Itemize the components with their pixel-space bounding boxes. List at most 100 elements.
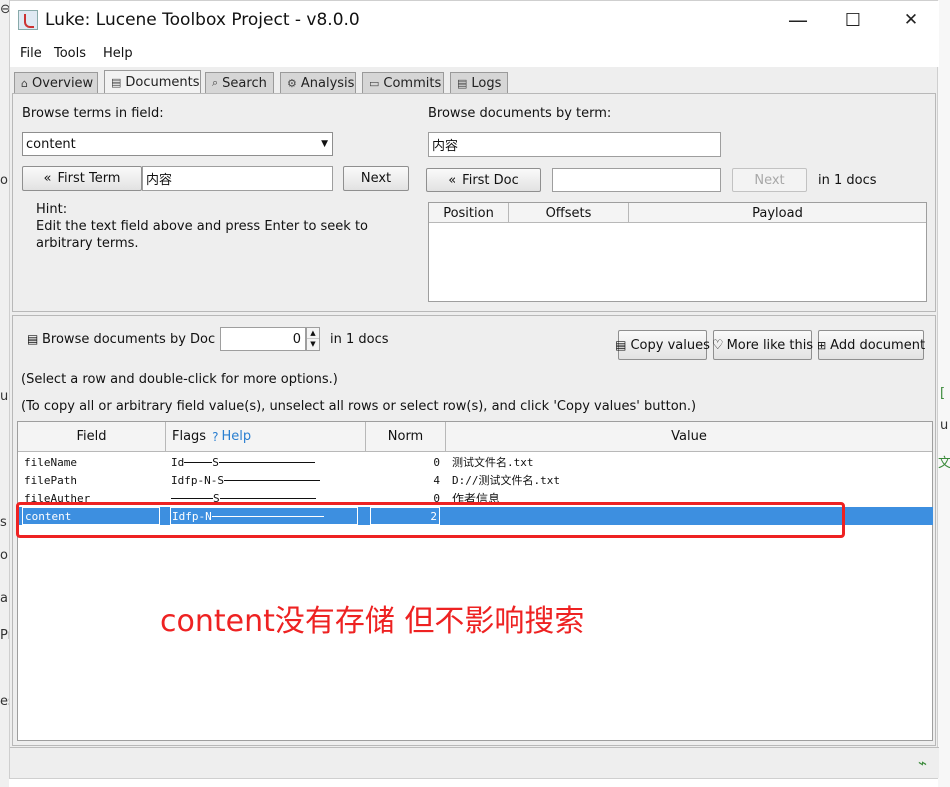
tab-documents[interactable]: ▤ Documents (104, 70, 201, 94)
logs-icon: ▤ (457, 76, 468, 90)
flags-prefix: Id (171, 455, 185, 469)
background-app-right-edge: [ u 文 (938, 0, 950, 787)
column-offsets[interactable]: Offsets (509, 203, 629, 223)
home-icon: ⌂ (21, 76, 28, 90)
document-icon: ▤ (111, 76, 122, 89)
value-cell: 测试文件名.txt (452, 456, 534, 469)
tab-label: Search (222, 75, 267, 91)
doc-term-input[interactable]: 内容 (428, 132, 721, 157)
menu-tools[interactable]: Tools (54, 46, 86, 61)
table-row[interactable]: filePath Idfp-N- S 4 D://测试文件名.txt (18, 471, 933, 489)
hint-line-2: arbitrary terms. (36, 236, 139, 251)
help-icon[interactable]: ? (212, 430, 218, 444)
browse-by-doc-label: Browse documents by Doc # (42, 332, 231, 347)
first-term-label: First Term (57, 171, 121, 186)
term-doc-count: in 1 docs (818, 173, 877, 188)
search-icon: ⌕ (212, 76, 219, 89)
norm-cell: 4 (433, 473, 440, 487)
tab-label: Analysis (300, 75, 355, 91)
menu-bar (10, 39, 939, 67)
field-name-cell: fileName (24, 455, 77, 469)
rewind-icon: « (448, 172, 457, 188)
more-like-this-label: More like this (726, 337, 814, 353)
hint-line-1: Edit the text field above and press Ente… (36, 219, 369, 234)
doc-count: in 1 docs (330, 332, 389, 347)
luke-window: Luke: Lucene Toolbox Project - v8.0.0 — … (9, 0, 939, 779)
annotation-text: content没有存储 但不影响搜索 (160, 604, 585, 639)
doc-number-input[interactable] (552, 168, 721, 192)
background-glyph: [ (940, 386, 946, 401)
column-norm[interactable]: Norm (366, 422, 446, 452)
menu-file[interactable]: File (20, 46, 42, 61)
next-term-button[interactable]: Next (343, 166, 409, 191)
flags-line (219, 497, 316, 499)
positions-table: Position Offsets Payload (428, 202, 927, 302)
instruction-copy-values: (To copy all or arbitrary field value(s)… (21, 399, 697, 414)
next-doc-button[interactable]: Next (732, 168, 807, 192)
status-bar: ⌁ (10, 747, 939, 778)
spinner-arrows[interactable]: ▲ ▼ (306, 327, 320, 351)
copy-values-button[interactable]: ▤ Copy values (615, 330, 710, 360)
maximize-button[interactable]: ☐ (830, 5, 876, 35)
norm-cell: 0 (433, 455, 440, 469)
help-link[interactable]: Help (221, 429, 251, 444)
flags-stored: S (217, 473, 224, 487)
tab-commits[interactable]: ▭ Commits (362, 72, 444, 93)
background-glyph: a (0, 591, 8, 606)
rewind-icon: « (43, 171, 52, 186)
first-doc-label: First Doc (462, 172, 519, 188)
annotation-highlight-box (16, 502, 845, 538)
background-glyph: o (0, 548, 8, 563)
close-button[interactable]: ✕ (888, 5, 934, 35)
field-select[interactable]: content ▼ (22, 132, 333, 156)
tab-logs[interactable]: ▤ Logs (450, 72, 508, 93)
flags-line (184, 461, 213, 463)
resize-grip-icon[interactable]: ⌁ (918, 754, 927, 772)
background-glyph: u (940, 418, 949, 433)
flags-stored: S (212, 455, 219, 469)
window-title: Luke: Lucene Toolbox Project - v8.0.0 (45, 10, 360, 30)
term-input[interactable]: 内容 (142, 166, 333, 191)
fields-table: Field Flags ? Help Norm Value fileName I… (17, 421, 933, 741)
instruction-select-row: (Select a row and double-click for more … (21, 372, 338, 387)
field-name-cell: filePath (24, 473, 77, 487)
first-term-button[interactable]: « First Term (22, 166, 142, 191)
column-value[interactable]: Value (446, 422, 932, 452)
background-glyph: 文 (938, 456, 950, 471)
spinner-down-icon[interactable]: ▼ (307, 339, 319, 350)
flags-line (218, 461, 315, 463)
table-row[interactable]: fileName Id S 0 测试文件名.txt (18, 453, 933, 471)
value-cell: D://测试文件名.txt (452, 474, 560, 487)
commits-icon: ▭ (369, 76, 380, 90)
add-document-button[interactable]: ⊞ Add document (817, 330, 925, 360)
doc-number-spinner[interactable]: 0 (220, 327, 306, 351)
tab-search[interactable]: ⌕ Search (205, 72, 274, 93)
column-field[interactable]: Field (18, 422, 166, 452)
tab-label: Overview (31, 75, 94, 91)
browse-terms-heading: Browse terms in field: (22, 106, 164, 121)
browse-docs-by-term-heading: Browse documents by term: (428, 106, 612, 121)
tab-label: Commits (383, 75, 442, 91)
spinner-up-icon[interactable]: ▲ (307, 328, 319, 339)
chevron-down-icon: ▼ (321, 139, 328, 149)
background-glyph: s (0, 515, 7, 530)
java-app-icon (18, 10, 38, 30)
tab-overview[interactable]: ⌂ Overview (14, 72, 98, 93)
field-select-value: content (26, 136, 76, 152)
tab-label: Logs (471, 75, 502, 91)
menu-help[interactable]: Help (103, 46, 133, 61)
first-doc-button[interactable]: « First Doc (426, 168, 541, 192)
tab-analysis[interactable]: ⚙ Analysis (280, 72, 356, 93)
minimize-button[interactable]: — (775, 5, 821, 35)
more-like-this-button[interactable]: ♡ More like this (712, 330, 814, 360)
flags-cell: Id S (171, 453, 361, 471)
column-flags[interactable]: Flags ? Help (166, 422, 366, 452)
column-payload[interactable]: Payload (629, 203, 926, 223)
flags-prefix: Idfp-N- (171, 473, 218, 487)
positions-table-header: Position Offsets Payload (429, 203, 926, 223)
copy-values-label: Copy values (630, 337, 710, 353)
flags-cell: Idfp-N- S (171, 471, 361, 489)
analysis-icon: ⚙ (287, 76, 297, 90)
column-flags-label: Flags (172, 429, 207, 444)
column-position[interactable]: Position (429, 203, 509, 223)
